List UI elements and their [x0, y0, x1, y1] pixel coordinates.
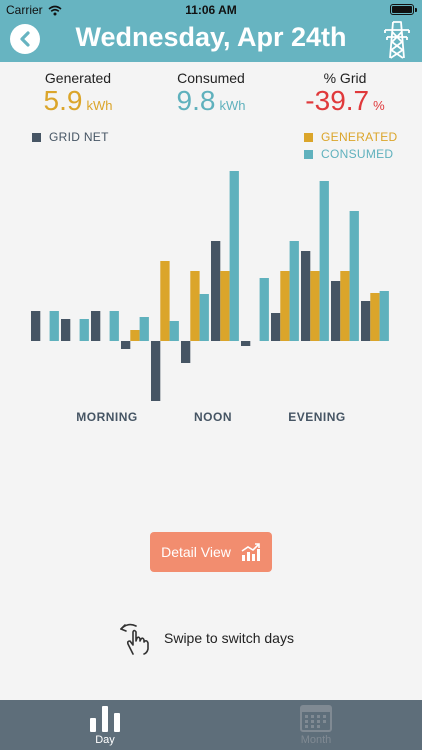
- bar-generated-10: [310, 271, 320, 341]
- legend-label-grid-net: GRID NET: [49, 130, 109, 144]
- legend-swatch-generated: [304, 132, 313, 142]
- generated-unit: kWh: [86, 98, 113, 113]
- bar-consumed-11: [349, 211, 359, 341]
- grid-stat: % Grid -39.7%: [275, 70, 415, 116]
- bar-grid-net-12: [361, 301, 371, 341]
- status-bar: Carrier 11:06 AM: [0, 0, 422, 20]
- x-label-morning: MORNING: [76, 410, 138, 424]
- bar-generated-12: [370, 293, 380, 341]
- consumed-stat: Consumed 9.8 kWh: [141, 70, 281, 116]
- x-label-noon: NOON: [194, 410, 232, 424]
- swipe-hand-icon: [120, 623, 149, 655]
- power-tower-icon[interactable]: [382, 20, 412, 60]
- grid-value: -39.7: [305, 85, 370, 116]
- bar-generated-9: [280, 271, 290, 341]
- grid-label: % Grid: [323, 70, 367, 86]
- calendar-icon: [300, 705, 332, 732]
- header-bar: Wednesday, Apr 24th: [0, 20, 422, 62]
- legend-generated: GENERATED: [304, 130, 398, 144]
- bar-consumed-8: [259, 278, 269, 341]
- bar-consumed-7: [229, 171, 239, 341]
- generated-label: Generated: [44, 70, 112, 86]
- battery-icon: [390, 4, 417, 15]
- bar-grid-net-1: [31, 311, 41, 341]
- swipe-hint-label: Swipe to switch days: [164, 630, 294, 646]
- tab-month-label: Month: [300, 734, 332, 746]
- bar-consumed-9: [289, 241, 299, 341]
- tab-month[interactable]: Month: [266, 704, 366, 750]
- generated-value: 5.9: [43, 85, 83, 116]
- bar-grid-net-10: [301, 251, 311, 341]
- bar-grid-net-6: [181, 341, 191, 363]
- consumed-unit: kWh: [219, 98, 246, 113]
- tab-day-label: Day: [95, 734, 115, 746]
- grid-unit: %: [373, 98, 385, 113]
- bar-consumed-6: [199, 294, 209, 341]
- legend-swatch-consumed: [304, 149, 313, 159]
- bar-generated-6: [190, 271, 200, 341]
- bar-grid-net-11: [331, 281, 341, 341]
- bar-generated-7: [220, 271, 230, 341]
- bar-consumed-5: [169, 321, 179, 341]
- page-title: Wednesday, Apr 24th: [75, 22, 347, 52]
- tab-bar: Day Month: [0, 700, 422, 750]
- bar-grid-net-9: [271, 313, 281, 341]
- detail-view-label: Detail View: [161, 544, 231, 560]
- summary-stats: Generated 5.9 kWh Consumed 9.8 kWh % Grid …: [0, 70, 422, 118]
- swipe-hint: Swipe to switch days: [118, 620, 294, 656]
- bar-grid-net-4: [121, 341, 131, 349]
- bar-chart-icon: [90, 706, 120, 732]
- clock: 11:06 AM: [185, 3, 237, 17]
- detail-view-button[interactable]: Detail View: [150, 532, 272, 572]
- tab-day[interactable]: Day: [55, 704, 155, 750]
- legend-label-consumed: CONSUMED: [321, 147, 394, 161]
- bar-generated-5: [160, 261, 170, 341]
- bar-grid-net-3: [91, 311, 101, 341]
- consumed-label: Consumed: [177, 70, 245, 86]
- consumed-value: 9.8: [176, 85, 216, 116]
- bar-consumed-1: [49, 311, 59, 341]
- bar-generated-11: [340, 271, 350, 341]
- bar-consumed-12: [379, 291, 389, 341]
- chevron-left-icon: [20, 31, 30, 47]
- back-button[interactable]: [10, 24, 40, 54]
- energy-bar-chart: MORNING NOON EVENING: [31, 171, 389, 424]
- bar-grid-net-5: [151, 341, 161, 401]
- legend-grid-net: GRID NET: [32, 130, 109, 144]
- generated-stat: Generated 5.9 kWh: [8, 70, 148, 116]
- bar-consumed-4: [139, 317, 149, 341]
- legend-swatch-grid-net: [32, 132, 41, 142]
- bar-grid-net-8: [241, 341, 251, 346]
- x-label-evening: EVENING: [288, 410, 346, 424]
- legend-label-generated: GENERATED: [321, 130, 398, 144]
- legend-consumed: CONSUMED: [304, 147, 393, 161]
- bar-grid-net-7: [211, 241, 221, 341]
- trend-chart-icon: [241, 543, 260, 561]
- bar-generated-4: [130, 330, 140, 341]
- bar-consumed-3: [109, 311, 119, 341]
- bar-grid-net-2: [61, 319, 71, 341]
- bar-consumed-10: [319, 181, 329, 341]
- bar-consumed-2: [79, 319, 89, 341]
